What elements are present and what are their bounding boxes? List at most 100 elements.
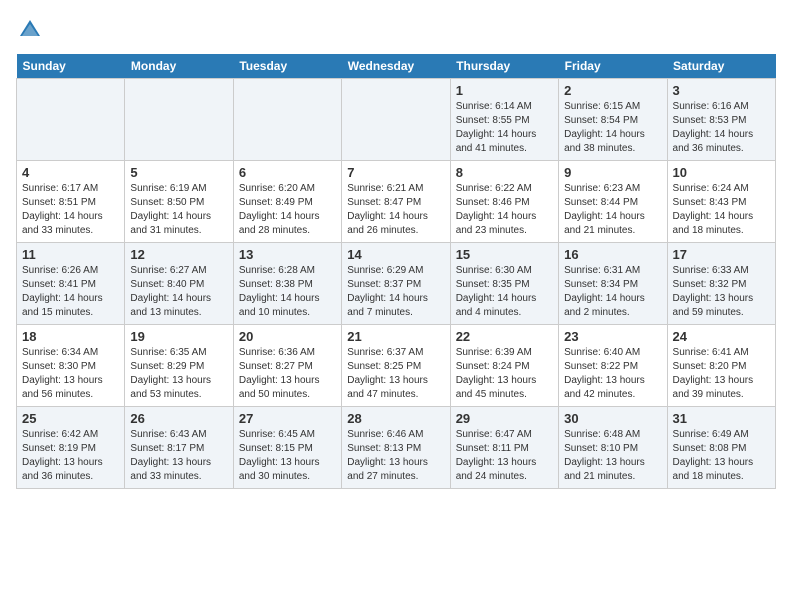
day-number: 28 — [347, 411, 444, 426]
day-number: 22 — [456, 329, 553, 344]
calendar-day-header: Monday — [125, 54, 233, 79]
calendar-day-cell: 22Sunrise: 6:39 AM Sunset: 8:24 PM Dayli… — [450, 325, 558, 407]
calendar-day-cell: 30 Sunrise: 6:48 AM Sunset: 8:10 PM Dayli… — [559, 407, 667, 489]
logo-icon — [16, 16, 44, 44]
day-info: Sunrise: 6:49 AM Sunset: 8:08 PM Dayligh… — [673, 428, 770, 484]
day-number: 21 — [347, 329, 444, 344]
calendar-day-header: Friday — [559, 54, 667, 79]
day-info: Sunrise: 6:21 AM Sunset: 8:47 PM Dayligh… — [347, 182, 444, 238]
day-number: 23 — [564, 329, 661, 344]
day-info: Sunrise: 6:22 AM Sunset: 8:46 PM Dayligh… — [456, 182, 553, 238]
day-number: 5 — [130, 165, 227, 180]
calendar-header-row: SundayMondayTuesdayWednesdayThursdayFrid… — [17, 54, 776, 79]
calendar-day-cell: 14 Sunrise: 6:29 AM Sunset: 8:37 PM Dayli… — [342, 243, 450, 325]
day-info: Sunrise: 6:14 AM Sunset: 8:55 PM Dayligh… — [456, 100, 553, 156]
day-info: Sunrise: 6:26 AM Sunset: 8:41 PM Dayligh… — [22, 264, 119, 320]
calendar-day-header: Wednesday — [342, 54, 450, 79]
day-info: Sunrise: 6:15 AM Sunset: 8:54 PM Dayligh… — [564, 100, 661, 156]
calendar-day-cell: 10 Sunrise: 6:24 AM Sunset: 8:43 PM Dayli… — [667, 161, 775, 243]
day-number: 4 — [22, 165, 119, 180]
calendar-day-cell — [342, 79, 450, 161]
calendar-day-cell: 29 Sunrise: 6:47 AM Sunset: 8:11 PM Dayli… — [450, 407, 558, 489]
day-info: Sunrise: 6:20 AM Sunset: 8:49 PM Dayligh… — [239, 182, 336, 238]
day-info: Sunrise: 6:36 AM Sunset: 8:27 PM Dayligh… — [239, 346, 336, 402]
day-info: Sunrise: 6:37 AM Sunset: 8:25 PM Dayligh… — [347, 346, 444, 402]
day-info: Sunrise: 6:43 AM Sunset: 8:17 PM Dayligh… — [130, 428, 227, 484]
calendar-day-cell: 31 Sunrise: 6:49 AM Sunset: 8:08 PM Dayli… — [667, 407, 775, 489]
calendar-day-cell: 21 Sunrise: 6:37 AM Sunset: 8:25 PM Dayli… — [342, 325, 450, 407]
day-number: 10 — [673, 165, 770, 180]
calendar-day-cell: 19 Sunrise: 6:35 AM Sunset: 8:29 PM Dayli… — [125, 325, 233, 407]
day-info: Sunrise: 6:33 AM Sunset: 8:32 PM Dayligh… — [673, 264, 770, 320]
day-number: 20 — [239, 329, 336, 344]
day-number: 12 — [130, 247, 227, 262]
day-info: Sunrise: 6:17 AM Sunset: 8:51 PM Dayligh… — [22, 182, 119, 238]
day-info: Sunrise: 6:35 AM Sunset: 8:29 PM Dayligh… — [130, 346, 227, 402]
day-number: 8 — [456, 165, 553, 180]
calendar-week-row: 25 Sunrise: 6:42 AM Sunset: 8:19 PM Dayli… — [17, 407, 776, 489]
calendar-day-cell: 23 Sunrise: 6:40 AM Sunset: 8:22 PM Dayli… — [559, 325, 667, 407]
day-info: Sunrise: 6:30 AM Sunset: 8:35 PM Dayligh… — [456, 264, 553, 320]
day-info: Sunrise: 6:27 AM Sunset: 8:40 PM Dayligh… — [130, 264, 227, 320]
day-info: Sunrise: 6:24 AM Sunset: 8:43 PM Dayligh… — [673, 182, 770, 238]
calendar-day-cell: 24 Sunrise: 6:41 AM Sunset: 8:20 PM Dayli… — [667, 325, 775, 407]
calendar-day-cell: 26 Sunrise: 6:43 AM Sunset: 8:17 PM Dayli… — [125, 407, 233, 489]
day-number: 30 — [564, 411, 661, 426]
day-info: Sunrise: 6:31 AM Sunset: 8:34 PM Dayligh… — [564, 264, 661, 320]
day-info: Sunrise: 6:45 AM Sunset: 8:15 PM Dayligh… — [239, 428, 336, 484]
day-number: 26 — [130, 411, 227, 426]
day-number: 29 — [456, 411, 553, 426]
day-number: 27 — [239, 411, 336, 426]
day-info: Sunrise: 6:40 AM Sunset: 8:22 PM Dayligh… — [564, 346, 661, 402]
calendar-day-cell: 5 Sunrise: 6:19 AM Sunset: 8:50 PM Daylig… — [125, 161, 233, 243]
calendar-table: SundayMondayTuesdayWednesdayThursdayFrid… — [16, 54, 776, 489]
calendar-day-header: Thursday — [450, 54, 558, 79]
calendar-day-cell: 9 Sunrise: 6:23 AM Sunset: 8:44 PM Daylig… — [559, 161, 667, 243]
day-info: Sunrise: 6:16 AM Sunset: 8:53 PM Dayligh… — [673, 100, 770, 156]
day-info: Sunrise: 6:48 AM Sunset: 8:10 PM Dayligh… — [564, 428, 661, 484]
calendar-day-cell: 11Sunrise: 6:26 AM Sunset: 8:41 PM Dayli… — [17, 243, 125, 325]
calendar-day-header: Sunday — [17, 54, 125, 79]
calendar-day-cell: 13Sunrise: 6:28 AM Sunset: 8:38 PM Dayli… — [233, 243, 341, 325]
calendar-day-cell: 2 Sunrise: 6:15 AM Sunset: 8:54 PM Daylig… — [559, 79, 667, 161]
day-number: 14 — [347, 247, 444, 262]
day-info: Sunrise: 6:34 AM Sunset: 8:30 PM Dayligh… — [22, 346, 119, 402]
day-number: 25 — [22, 411, 119, 426]
calendar-day-cell: 27 Sunrise: 6:45 AM Sunset: 8:15 PM Dayli… — [233, 407, 341, 489]
day-number: 9 — [564, 165, 661, 180]
calendar-day-cell: 7 Sunrise: 6:21 AM Sunset: 8:47 PM Daylig… — [342, 161, 450, 243]
day-number: 7 — [347, 165, 444, 180]
calendar-day-cell: 12 Sunrise: 6:27 AM Sunset: 8:40 PM Dayli… — [125, 243, 233, 325]
day-info: Sunrise: 6:47 AM Sunset: 8:11 PM Dayligh… — [456, 428, 553, 484]
day-number: 19 — [130, 329, 227, 344]
calendar-week-row: 1 Sunrise: 6:14 AM Sunset: 8:55 PM Daylig… — [17, 79, 776, 161]
day-number: 31 — [673, 411, 770, 426]
calendar-day-cell: 25 Sunrise: 6:42 AM Sunset: 8:19 PM Dayli… — [17, 407, 125, 489]
day-number: 18 — [22, 329, 119, 344]
calendar-day-cell: 16 Sunrise: 6:31 AM Sunset: 8:34 PM Dayli… — [559, 243, 667, 325]
day-number: 17 — [673, 247, 770, 262]
page-header — [16, 16, 776, 44]
day-info: Sunrise: 6:41 AM Sunset: 8:20 PM Dayligh… — [673, 346, 770, 402]
day-number: 2 — [564, 83, 661, 98]
day-info: Sunrise: 6:23 AM Sunset: 8:44 PM Dayligh… — [564, 182, 661, 238]
day-number: 1 — [456, 83, 553, 98]
calendar-day-cell: 15 Sunrise: 6:30 AM Sunset: 8:35 PM Dayli… — [450, 243, 558, 325]
calendar-day-header: Tuesday — [233, 54, 341, 79]
day-number: 16 — [564, 247, 661, 262]
day-number: 15 — [456, 247, 553, 262]
day-info: Sunrise: 6:19 AM Sunset: 8:50 PM Dayligh… — [130, 182, 227, 238]
calendar-day-cell: 8 Sunrise: 6:22 AM Sunset: 8:46 PM Daylig… — [450, 161, 558, 243]
calendar-day-cell: 20 Sunrise: 6:36 AM Sunset: 8:27 PM Dayli… — [233, 325, 341, 407]
day-number: 6 — [239, 165, 336, 180]
calendar-day-cell — [17, 79, 125, 161]
calendar-week-row: 4 Sunrise: 6:17 AM Sunset: 8:51 PM Daylig… — [17, 161, 776, 243]
day-info: Sunrise: 6:42 AM Sunset: 8:19 PM Dayligh… — [22, 428, 119, 484]
day-info: Sunrise: 6:29 AM Sunset: 8:37 PM Dayligh… — [347, 264, 444, 320]
day-number: 24 — [673, 329, 770, 344]
calendar-day-cell — [233, 79, 341, 161]
calendar-day-cell: 6 Sunrise: 6:20 AM Sunset: 8:49 PM Daylig… — [233, 161, 341, 243]
calendar-week-row: 11Sunrise: 6:26 AM Sunset: 8:41 PM Dayli… — [17, 243, 776, 325]
calendar-day-cell — [125, 79, 233, 161]
calendar-day-cell: 28Sunrise: 6:46 AM Sunset: 8:13 PM Dayli… — [342, 407, 450, 489]
